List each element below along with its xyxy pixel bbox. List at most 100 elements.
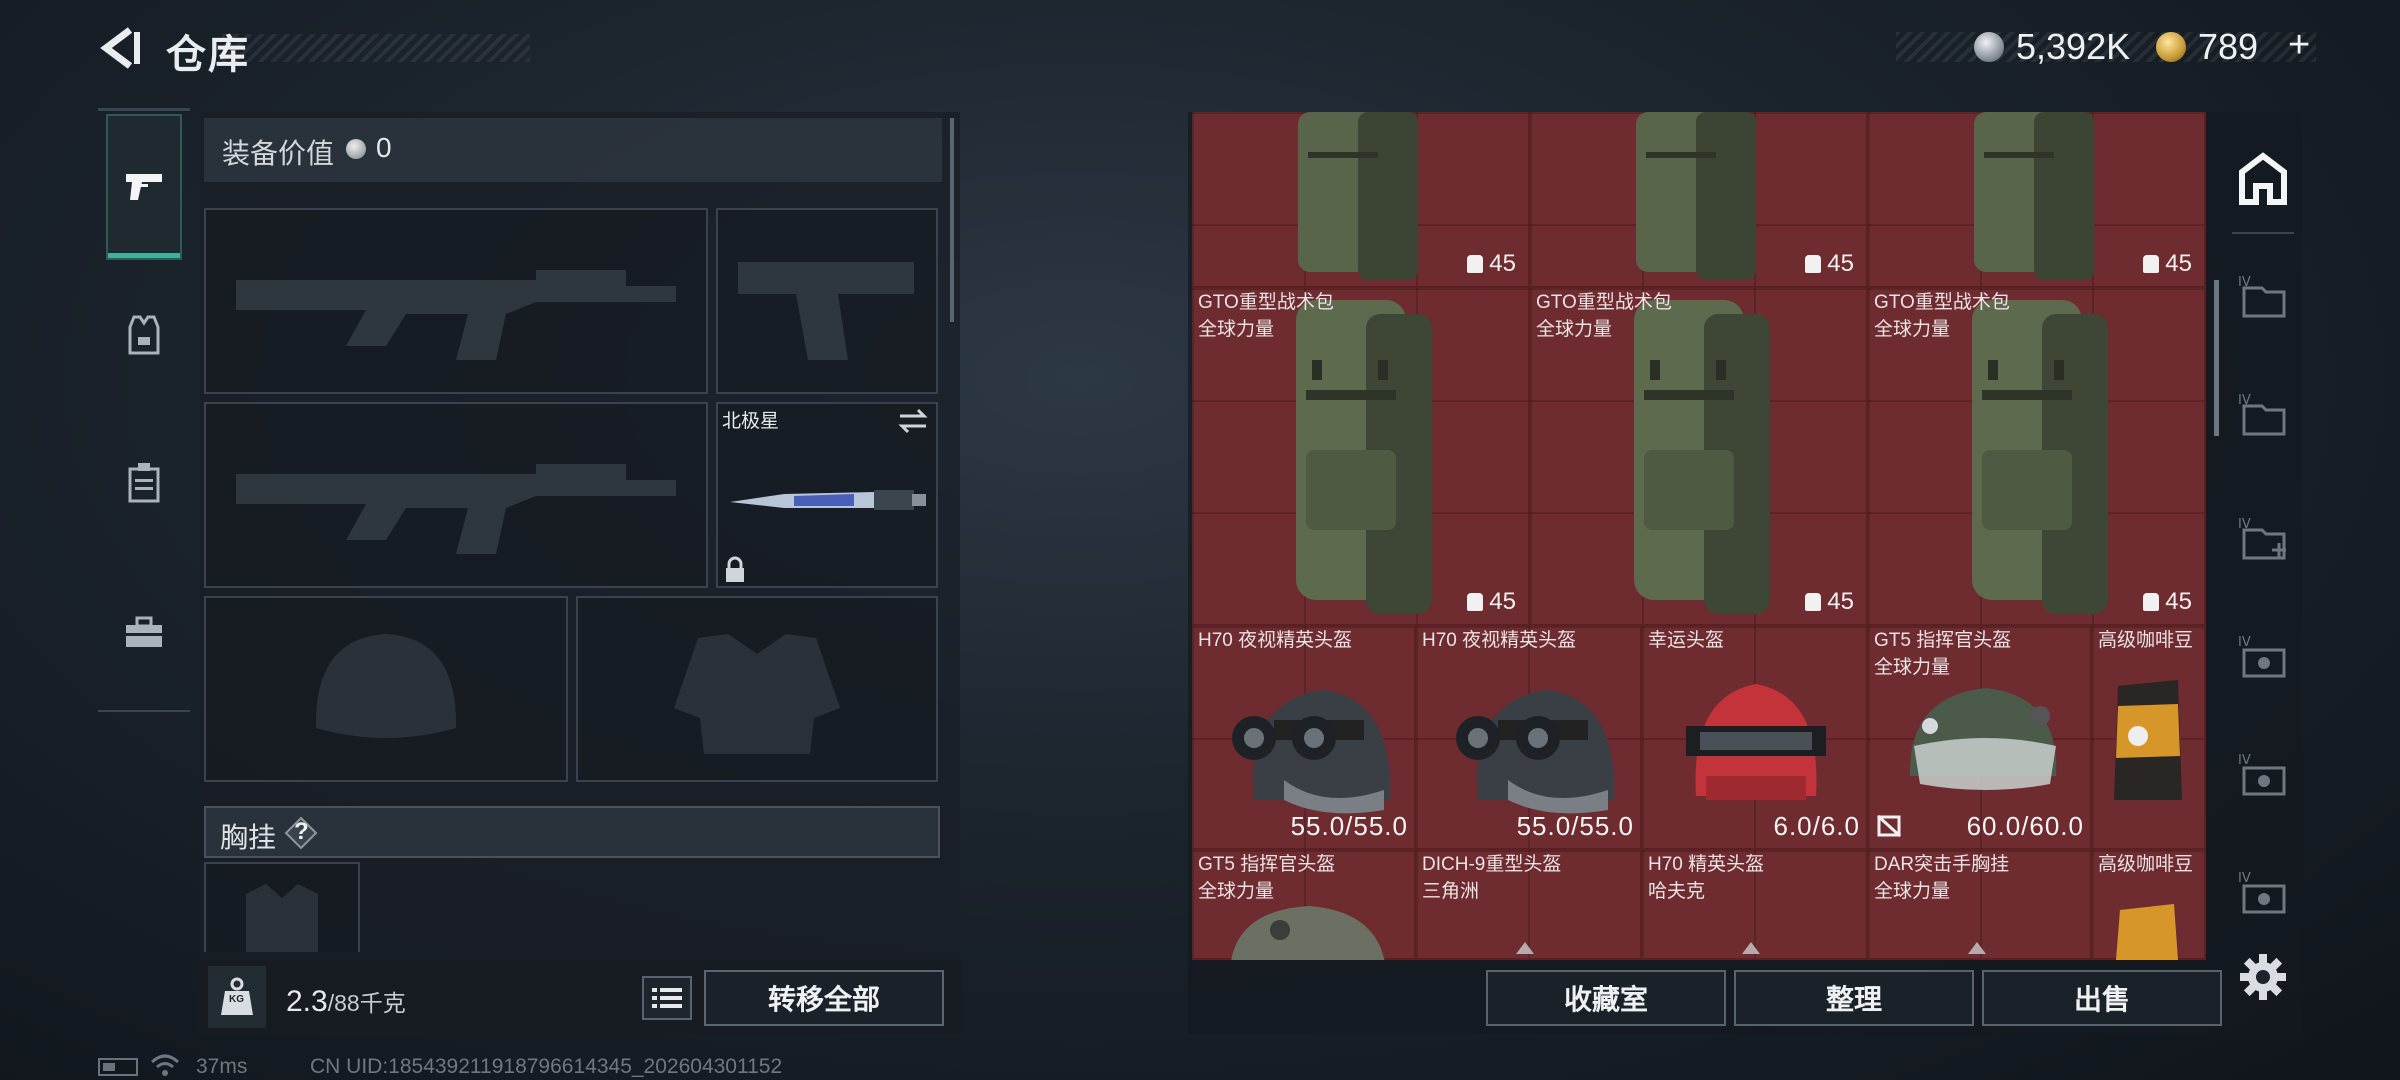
weight-mini-icon (2143, 255, 2160, 273)
helmet-item[interactable]: GT5 指挥官头盔 全球力量 60.0/60.0 (1868, 626, 2092, 850)
lock-icon (726, 556, 744, 582)
add-storage-icon[interactable]: IV (2236, 512, 2290, 566)
tab-chest-rig[interactable] (106, 410, 182, 556)
inventory-grid: 45 45 45 GTO重型战术包 全球力量 45 GTO重型战术包 全球力量 … (1192, 112, 2206, 960)
item-name: H70 夜视精英头盔 (1198, 630, 1353, 651)
briefcase-icon (126, 616, 162, 647)
pistol-slot[interactable] (716, 208, 938, 394)
chest-rig-slot[interactable] (204, 862, 360, 952)
capacity-badge: 45 (2143, 588, 2192, 616)
secondary-weapon-slot[interactable] (204, 402, 708, 588)
capacity-badge: 45 (1467, 588, 1516, 616)
item-name: GTO重型战术包 (1536, 292, 1672, 313)
list-view-button[interactable] (642, 976, 692, 1020)
item-name: DAR突击手胸挂 (1874, 854, 2010, 875)
help-icon-glyph: ? (294, 818, 309, 845)
melee-name: 北极星 (722, 411, 780, 432)
inventory-scrollbar[interactable] (2214, 280, 2219, 436)
item-name: H70 精英头盔 (1648, 854, 1765, 875)
capacity-badge: 45 (2143, 250, 2192, 278)
silver-coin-icon (1974, 32, 2004, 62)
helmet-item[interactable]: H70 夜视精英头盔 55.0/55.0 (1192, 626, 1416, 850)
helmet-item[interactable]: DICH-9重型头盔 三角洲 (1416, 850, 1642, 960)
chest-rig-item[interactable]: DAR突击手胸挂 全球力量 (1868, 850, 2092, 960)
backpack-item[interactable]: GTO重型战术包 全球力量 45 (1192, 288, 1530, 626)
weight-icon: KG (208, 966, 266, 1028)
item-name: DICH-9重型头盔 (1422, 854, 1562, 875)
expand-arrow-icon (1968, 942, 1986, 954)
item-name: GT5 指挥官头盔 (1198, 854, 1336, 875)
helmet-item[interactable]: 幸运头盔 6.0/6.0 (1642, 626, 1868, 850)
backpack-item[interactable]: GTO重型战术包 全球力量 45 (1530, 288, 1868, 626)
storage-tab-4-icon[interactable]: IV (2236, 748, 2290, 802)
tab-armor[interactable] (106, 262, 182, 408)
backpack-item[interactable]: 45 (1192, 112, 1530, 288)
backpack-image (1296, 300, 1432, 614)
storage-tab-3-icon[interactable]: IV (2236, 630, 2290, 684)
sort-button[interactable]: 整理 (1734, 970, 1974, 1026)
stash-home-icon[interactable] (2236, 152, 2290, 206)
chest-rig-icon (128, 463, 160, 503)
backpack-item[interactable]: GTO重型战术包 全球力量 45 (1868, 288, 2206, 626)
durability: 60.0/60.0 (1966, 811, 2084, 841)
primary-weapon-slot[interactable] (204, 208, 708, 394)
sell-button[interactable]: 出售 (1982, 970, 2222, 1026)
helmet-item[interactable]: H70 夜视精英头盔 55.0/55.0 (1416, 626, 1642, 850)
melee-knife-image (730, 490, 926, 510)
weight-value: 2.3 (286, 985, 328, 1018)
weight-mini-icon (1467, 255, 1484, 273)
capacity-value: 45 (1489, 250, 1516, 277)
gear-icon[interactable] (2238, 952, 2288, 1002)
svg-text:IV: IV (2238, 753, 2251, 768)
commander-helmet-image (1909, 688, 2057, 790)
expand-arrow-icon (1516, 942, 1534, 954)
coffee-bag-image (2114, 680, 2182, 800)
capacity-value: 45 (1489, 588, 1516, 615)
coffee-bag-image (2116, 904, 2178, 960)
storage-tab-1-icon[interactable]: IV (2236, 270, 2290, 324)
icon-divider (2232, 232, 2294, 234)
equipment-value: 0 (376, 132, 392, 163)
weight-mini-icon (1805, 255, 1822, 273)
collection-room-button[interactable]: 收藏室 (1486, 970, 1726, 1026)
coffee-item[interactable]: 高级咖啡豆 (2092, 850, 2206, 960)
transfer-all-button[interactable]: 转移全部 (704, 970, 944, 1026)
helmet-item[interactable]: H70 精英头盔 哈夫克 (1642, 850, 1868, 960)
capacity-value: 45 (2165, 588, 2192, 615)
svg-text:IV: IV (2238, 871, 2251, 886)
list-icon (652, 988, 682, 1008)
capacity-value: 45 (2165, 250, 2192, 277)
wifi-icon (150, 1054, 180, 1076)
backpack-image (1974, 112, 2094, 280)
item-faction: 全球力量 (1536, 319, 1613, 340)
item-name: GTO重型战术包 (1198, 292, 1334, 313)
tab-case[interactable] (106, 560, 182, 706)
user-uid: CN UID:185439211918796614345_20260430115… (310, 1055, 783, 1078)
add-currency-button[interactable]: + (2288, 24, 2310, 67)
no-repair-icon (1876, 814, 1902, 838)
capacity-value: 45 (1827, 588, 1854, 615)
item-faction: 三角洲 (1422, 881, 1480, 902)
tab-weapon[interactable] (106, 114, 182, 260)
capacity-badge: 45 (1805, 588, 1854, 616)
capacity-badge: 45 (1805, 250, 1854, 278)
gold-currency-value: 789 (2198, 26, 2259, 67)
item-name: 高级咖啡豆 (2098, 854, 2194, 875)
durability: 55.0/55.0 (1516, 811, 1634, 841)
storage-tab-2-icon[interactable]: IV (2236, 388, 2290, 442)
body-armor-slot[interactable] (576, 596, 938, 782)
svg-text:IV: IV (2238, 635, 2251, 650)
silver-currency-value: 5,392K (2016, 26, 2131, 67)
weight-mini-icon (1805, 593, 1822, 611)
swap-icon[interactable] (896, 406, 930, 436)
storage-tab-5-icon[interactable]: IV (2236, 866, 2290, 920)
backpack-item[interactable]: 45 (1530, 112, 1868, 288)
back-arrow-icon[interactable] (96, 24, 144, 72)
loadout-scrollbar[interactable] (950, 118, 954, 322)
coffee-item[interactable]: 高级咖啡豆 (2092, 626, 2206, 850)
weight-mini-icon (1467, 593, 1484, 611)
helmet-item[interactable]: GT5 指挥官头盔 全球力量 (1192, 850, 1416, 960)
helmet-slot[interactable] (204, 596, 568, 782)
help-icon[interactable]: ? (284, 816, 318, 850)
backpack-item[interactable]: 45 (1868, 112, 2206, 288)
